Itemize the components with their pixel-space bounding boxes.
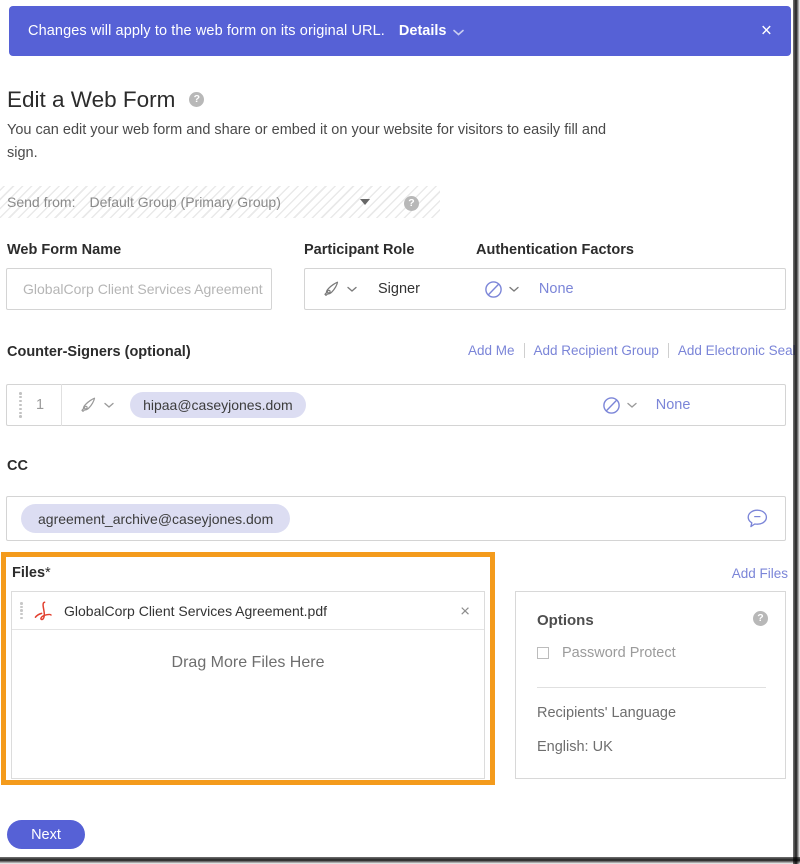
banner-message: Changes will apply to the web form on it… — [28, 23, 385, 39]
help-icon[interactable]: ? — [753, 611, 768, 626]
chevron-down-icon[interactable] — [347, 286, 357, 293]
send-from-row[interactable]: Send from: Default Group (Primary Group)… — [0, 186, 440, 218]
web-form-name-label: Web Form Name — [7, 242, 122, 258]
files-drop-area[interactable]: GlobalCorp Client Services Agreement.pdf… — [11, 591, 485, 779]
required-marker: * — [45, 565, 51, 581]
cc-label: CC — [7, 458, 28, 474]
web-form-editor-page: Changes will apply to the web form on it… — [0, 0, 800, 864]
divider — [537, 687, 766, 688]
close-icon[interactable]: × — [761, 22, 772, 41]
participant-role-label: Participant Role — [304, 242, 415, 258]
password-protect-row[interactable]: Password Protect — [537, 645, 676, 661]
authentication-factors-label: Authentication Factors — [476, 242, 634, 258]
chevron-down-icon[interactable] — [509, 286, 519, 293]
circle-slash-icon[interactable] — [484, 280, 503, 299]
chevron-down-icon[interactable] — [360, 199, 370, 205]
drag-handle-icon[interactable] — [20, 602, 23, 619]
password-protect-checkbox[interactable] — [537, 647, 549, 659]
participant-role-row: Signer None — [304, 268, 786, 310]
pdf-icon — [34, 600, 52, 621]
drop-zone-text: Drag More Files Here — [171, 654, 325, 671]
options-title: Options — [537, 612, 594, 629]
counter-signer-row: 1 hipaa@caseyjones.dom None — [6, 384, 786, 426]
participant-role-value: Signer — [378, 281, 420, 297]
web-form-name-placeholder: GlobalCorp Client Services Agreement — [23, 281, 263, 297]
add-me-link[interactable]: Add Me — [468, 343, 524, 358]
authentication-factors-value: None — [538, 281, 574, 297]
page-title: Edit a Web Form? — [7, 87, 205, 113]
add-files-link[interactable]: Add Files — [732, 566, 788, 581]
close-icon[interactable]: × — [460, 602, 470, 619]
cc-email-chip[interactable]: agreement_archive@caseyjones.dom — [21, 504, 291, 533]
web-form-name-input[interactable]: GlobalCorp Client Services Agreement — [6, 268, 272, 310]
counter-signers-label: Counter-Signers (optional) — [7, 344, 191, 360]
page-title-text: Edit a Web Form — [7, 87, 176, 112]
add-recipient-group-link[interactable]: Add Recipient Group — [525, 343, 668, 358]
counter-signer-auth-value: None — [655, 397, 691, 413]
files-label-text: Files — [12, 565, 46, 581]
cc-field[interactable]: agreement_archive@caseyjones.dom — [6, 496, 786, 541]
page-subtitle: You can edit your web form and share or … — [7, 122, 607, 162]
counter-signer-email-chip[interactable]: hipaa@caseyjones.dom — [130, 392, 306, 418]
options-panel: Options ? Password Protect Recipients' L… — [515, 591, 786, 779]
send-from-label: Send from: — [7, 194, 76, 210]
counter-signer-index: 1 — [36, 397, 45, 413]
recipients-language-label: Recipients' Language — [537, 705, 677, 721]
file-name: GlobalCorp Client Services Agreement.pdf — [64, 602, 328, 619]
circle-slash-icon[interactable] — [602, 396, 621, 415]
chevron-down-icon[interactable] — [627, 402, 637, 409]
recipients-language-value[interactable]: English: UK — [537, 739, 613, 755]
banner-details-link[interactable]: Details — [399, 23, 447, 39]
notification-banner: Changes will apply to the web form on it… — [9, 6, 791, 56]
counter-signers-actions: Add Me Add Recipient Group Add Electroni… — [468, 343, 796, 358]
message-bubble-icon[interactable] — [746, 508, 769, 529]
drag-handle-icon[interactable] — [19, 392, 22, 418]
next-button[interactable]: Next — [7, 820, 85, 849]
divider — [61, 384, 63, 426]
help-icon[interactable]: ? — [189, 91, 205, 107]
pen-nib-icon[interactable] — [79, 396, 98, 415]
pen-nib-icon[interactable] — [322, 280, 341, 299]
send-from-value: Default Group (Primary Group) — [89, 194, 281, 210]
chevron-down-icon[interactable] — [104, 402, 114, 409]
add-electronic-seal-link[interactable]: Add Electronic Seal — [669, 343, 796, 358]
help-icon[interactable]: ? — [404, 196, 419, 211]
chevron-down-icon[interactable] — [453, 29, 465, 36]
password-protect-label: Password Protect — [562, 645, 676, 661]
files-label: Files* — [12, 565, 51, 581]
page-edge-shadow-right — [793, 0, 800, 864]
page-edge-shadow-bottom — [0, 857, 800, 864]
file-list-item[interactable]: GlobalCorp Client Services Agreement.pdf… — [12, 592, 484, 630]
